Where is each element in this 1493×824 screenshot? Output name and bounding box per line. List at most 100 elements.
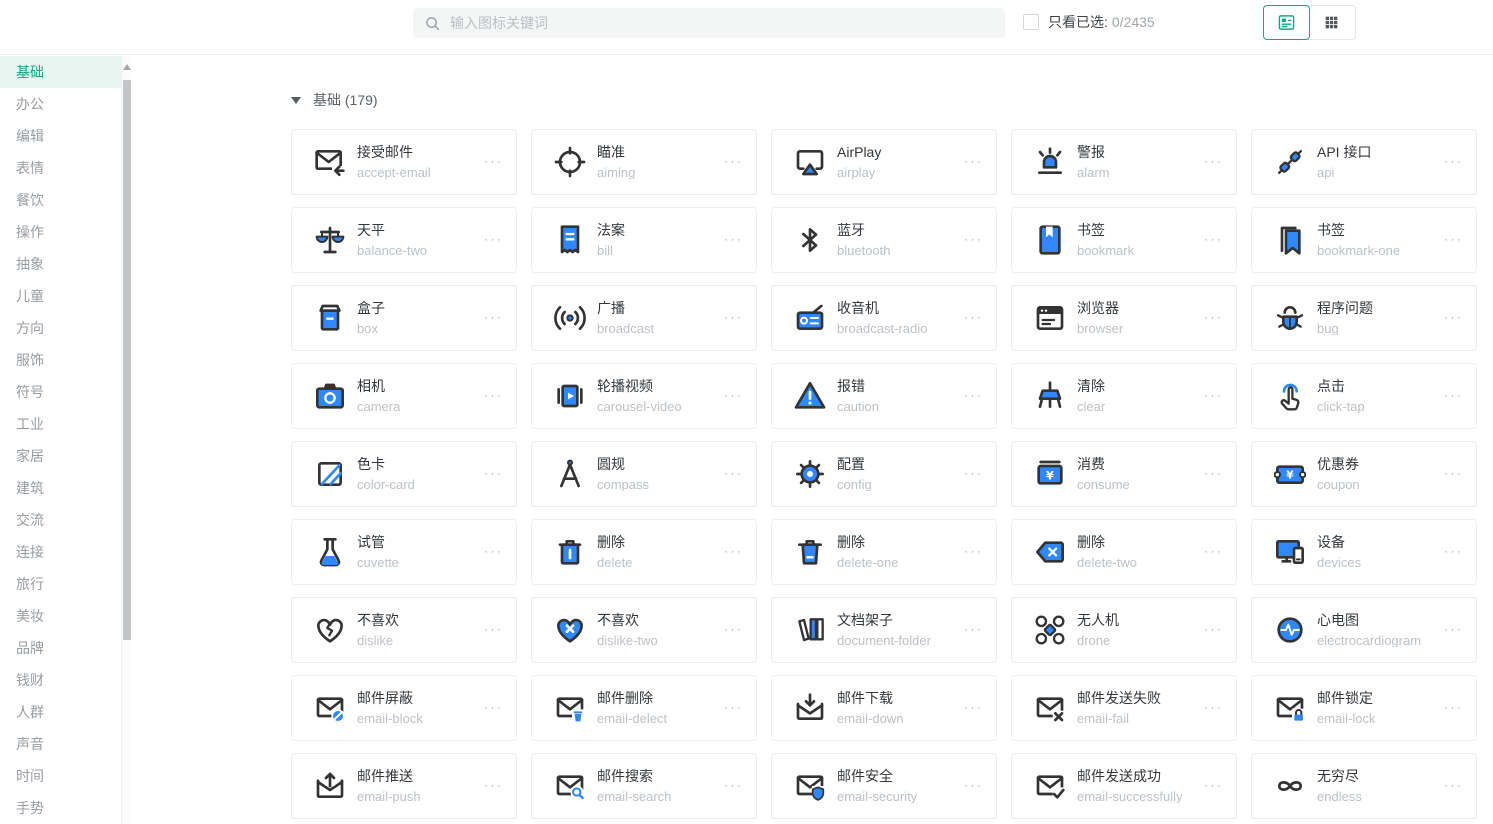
- icon-card-drone[interactable]: 无人机 drone ···: [1011, 597, 1237, 663]
- sidebar-item-品牌[interactable]: 品牌: [0, 632, 121, 664]
- sidebar-item-工业[interactable]: 工业: [0, 408, 121, 440]
- icon-card-email-security[interactable]: 邮件安全 email-security ···: [771, 753, 997, 819]
- sidebar-item-餐饮[interactable]: 餐饮: [0, 184, 121, 216]
- icon-card-email-search[interactable]: 邮件搜索 email-search ···: [531, 753, 757, 819]
- icon-more-button[interactable]: ···: [964, 231, 983, 246]
- sidebar-item-美妆[interactable]: 美妆: [0, 600, 121, 632]
- icon-card-dislike[interactable]: 不喜欢 dislike ···: [291, 597, 517, 663]
- selected-only-checkbox[interactable]: [1023, 14, 1039, 30]
- sidebar-scrollbar[interactable]: [121, 56, 131, 824]
- sidebar-item-编辑[interactable]: 编辑: [0, 120, 121, 152]
- icon-card-delete-two[interactable]: 删除 delete-two ···: [1011, 519, 1237, 585]
- icon-more-button[interactable]: ···: [964, 621, 983, 636]
- icon-card-consume[interactable]: ¥ 消费 consume ···: [1011, 441, 1237, 507]
- icon-more-button[interactable]: ···: [964, 699, 983, 714]
- icon-more-button[interactable]: ···: [1204, 777, 1223, 792]
- icon-more-button[interactable]: ···: [724, 699, 743, 714]
- icon-more-button[interactable]: ···: [1444, 387, 1463, 402]
- icon-card-carousel-video[interactable]: 轮播视频 carousel-video ···: [531, 363, 757, 429]
- sidebar-item-手势[interactable]: 手势: [0, 792, 121, 824]
- sidebar-item-抽象[interactable]: 抽象: [0, 248, 121, 280]
- icon-more-button[interactable]: ···: [1444, 543, 1463, 558]
- icon-card-devices[interactable]: 设备 devices ···: [1251, 519, 1477, 585]
- icon-more-button[interactable]: ···: [1444, 231, 1463, 246]
- detail-view-button[interactable]: [1263, 5, 1310, 40]
- icon-card-camera[interactable]: 相机 camera ···: [291, 363, 517, 429]
- icon-card-email-fail[interactable]: 邮件发送失败 email-fail ···: [1011, 675, 1237, 741]
- icon-card-email-down[interactable]: 邮件下载 email-down ···: [771, 675, 997, 741]
- icon-card-bookmark[interactable]: 书签 bookmark ···: [1011, 207, 1237, 273]
- sidebar-item-钱财[interactable]: 钱财: [0, 664, 121, 696]
- grid-view-button[interactable]: [1309, 6, 1355, 39]
- icon-more-button[interactable]: ···: [1204, 699, 1223, 714]
- icon-more-button[interactable]: ···: [1444, 153, 1463, 168]
- icon-card-color-card[interactable]: 色卡 color-card ···: [291, 441, 517, 507]
- icon-card-bill[interactable]: 法案 bill ···: [531, 207, 757, 273]
- section-header[interactable]: 基础 (179): [291, 90, 1493, 110]
- sidebar-item-旅行[interactable]: 旅行: [0, 568, 121, 600]
- icon-card-cuvette[interactable]: 试管 cuvette ···: [291, 519, 517, 585]
- icon-more-button[interactable]: ···: [484, 153, 503, 168]
- sidebar-item-交流[interactable]: 交流: [0, 504, 121, 536]
- sidebar-item-操作[interactable]: 操作: [0, 216, 121, 248]
- sidebar-item-建筑[interactable]: 建筑: [0, 472, 121, 504]
- icon-more-button[interactable]: ···: [484, 777, 503, 792]
- icon-card-bluetooth[interactable]: 蓝牙 bluetooth ···: [771, 207, 997, 273]
- icon-more-button[interactable]: ···: [1204, 621, 1223, 636]
- icon-more-button[interactable]: ···: [964, 543, 983, 558]
- icon-card-aiming[interactable]: 瞄准 aiming ···: [531, 129, 757, 195]
- icon-more-button[interactable]: ···: [724, 309, 743, 324]
- icon-card-config[interactable]: 配置 config ···: [771, 441, 997, 507]
- sidebar-item-儿童[interactable]: 儿童: [0, 280, 121, 312]
- sidebar-item-方向[interactable]: 方向: [0, 312, 121, 344]
- icon-more-button[interactable]: ···: [484, 231, 503, 246]
- icon-more-button[interactable]: ···: [964, 309, 983, 324]
- icon-card-dislike-two[interactable]: 不喜欢 dislike-two ···: [531, 597, 757, 663]
- icon-card-broadcast-radio[interactable]: 收音机 broadcast-radio ···: [771, 285, 997, 351]
- icon-card-document-folder[interactable]: 文档架子 document-folder ···: [771, 597, 997, 663]
- sidebar-item-基础[interactable]: 基础: [0, 56, 121, 88]
- icon-more-button[interactable]: ···: [964, 153, 983, 168]
- icon-more-button[interactable]: ···: [484, 309, 503, 324]
- icon-more-button[interactable]: ···: [724, 621, 743, 636]
- icon-more-button[interactable]: ···: [724, 387, 743, 402]
- sidebar-item-连接[interactable]: 连接: [0, 536, 121, 568]
- search-input[interactable]: [448, 14, 993, 32]
- icon-card-email-delect[interactable]: 邮件删除 email-delect ···: [531, 675, 757, 741]
- icon-card-bookmark-one[interactable]: 书签 bookmark-one ···: [1251, 207, 1477, 273]
- icon-more-button[interactable]: ···: [964, 465, 983, 480]
- icon-more-button[interactable]: ···: [724, 231, 743, 246]
- sidebar-item-声音[interactable]: 声音: [0, 728, 121, 760]
- icon-card-email-push[interactable]: 邮件推送 email-push ···: [291, 753, 517, 819]
- sidebar-item-家居[interactable]: 家居: [0, 440, 121, 472]
- sidebar-scrollbar-thumb[interactable]: [123, 80, 131, 640]
- icon-more-button[interactable]: ···: [724, 153, 743, 168]
- icon-more-button[interactable]: ···: [964, 387, 983, 402]
- icon-card-balance-two[interactable]: 天平 balance-two ···: [291, 207, 517, 273]
- icon-card-bug[interactable]: 程序问题 bug ···: [1251, 285, 1477, 351]
- icon-more-button[interactable]: ···: [1204, 465, 1223, 480]
- icon-card-click-tap[interactable]: 点击 click-tap ···: [1251, 363, 1477, 429]
- sidebar-item-表情[interactable]: 表情: [0, 152, 121, 184]
- icon-card-browser[interactable]: 浏览器 browser ···: [1011, 285, 1237, 351]
- icon-card-caution[interactable]: 报错 caution ···: [771, 363, 997, 429]
- icon-more-button[interactable]: ···: [1204, 231, 1223, 246]
- icon-more-button[interactable]: ···: [484, 465, 503, 480]
- icon-more-button[interactable]: ···: [1444, 309, 1463, 324]
- icon-more-button[interactable]: ···: [1204, 309, 1223, 324]
- icon-more-button[interactable]: ···: [1444, 777, 1463, 792]
- icon-more-button[interactable]: ···: [484, 543, 503, 558]
- icon-card-email-successfully[interactable]: 邮件发送成功 email-successfully ···: [1011, 753, 1237, 819]
- icon-card-clear[interactable]: 清除 clear ···: [1011, 363, 1237, 429]
- icon-more-button[interactable]: ···: [1444, 465, 1463, 480]
- icon-more-button[interactable]: ···: [1204, 543, 1223, 558]
- icon-card-email-block[interactable]: 邮件屏蔽 email-block ···: [291, 675, 517, 741]
- icon-card-api[interactable]: API 接口 api ···: [1251, 129, 1477, 195]
- icon-more-button[interactable]: ···: [484, 387, 503, 402]
- icon-card-coupon[interactable]: ¥ 优惠券 coupon ···: [1251, 441, 1477, 507]
- icon-more-button[interactable]: ···: [724, 777, 743, 792]
- sidebar-item-人群[interactable]: 人群: [0, 696, 121, 728]
- icon-card-broadcast[interactable]: 广播 broadcast ···: [531, 285, 757, 351]
- sidebar-item-服饰[interactable]: 服饰: [0, 344, 121, 376]
- icon-more-button[interactable]: ···: [484, 621, 503, 636]
